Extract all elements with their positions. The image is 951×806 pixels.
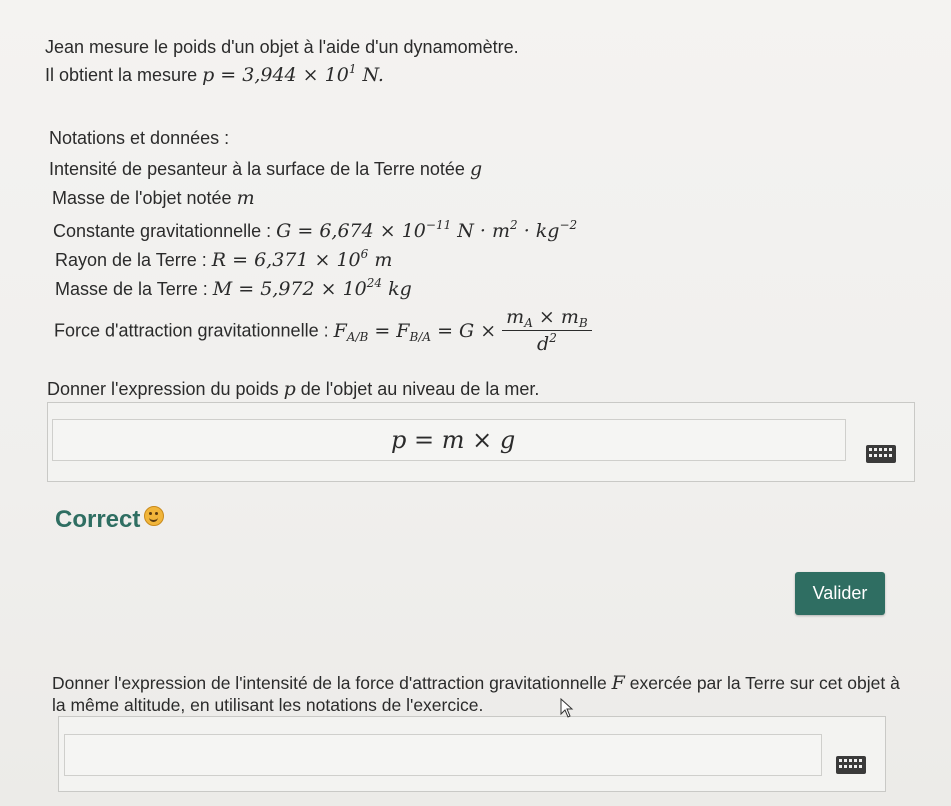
- mouse-cursor-icon: [560, 698, 574, 718]
- intro-line-2-text: Il obtient la mesure: [45, 65, 203, 85]
- keyboard-icon[interactable]: [836, 756, 866, 774]
- question-2-prompt-line-1: Donner l'expression de l'intensité de la…: [52, 672, 900, 694]
- intro-line-2: Il obtient la mesure p = 3,944 × 101 N.: [45, 62, 384, 86]
- keyboard-icon[interactable]: [866, 445, 896, 463]
- notation-gravity: Intensité de pesanteur à la surface de l…: [49, 158, 483, 180]
- question-1-prompt: Donner l'expression du poids p de l'obje…: [47, 378, 540, 400]
- notation-mass: Masse de l'objet notée m: [52, 187, 255, 209]
- submit-button[interactable]: Valider: [795, 572, 885, 615]
- intro-line-1-text: Jean mesure le poids d'un objet à l'aide…: [45, 37, 519, 57]
- feedback-correct: Correct: [55, 506, 165, 534]
- notations-heading: Notations et données :: [49, 128, 230, 148]
- notation-gravitational-constant: Constante gravitationnelle : G = 6,674 ×…: [53, 218, 578, 242]
- question-2-answer-input[interactable]: [64, 734, 822, 776]
- notation-earth-mass: Masse de la Terre : M = 5,972 × 1024 kg: [55, 276, 412, 300]
- notation-gravitational-force: Force d'attraction gravitationnelle : FA…: [54, 306, 592, 355]
- question-1-answer-input[interactable]: p = m × g: [52, 419, 846, 461]
- question-2-prompt-line-2: la même altitude, en utilisant les notat…: [52, 695, 484, 715]
- exercise-page: Jean mesure le poids d'un objet à l'aide…: [0, 0, 951, 806]
- force-fraction: mA × mB d2: [502, 306, 592, 355]
- intro-line-1: Jean mesure le poids d'un objet à l'aide…: [45, 36, 519, 58]
- smiley-icon: [144, 506, 165, 526]
- notation-earth-radius: Rayon de la Terre : R = 6,371 × 106 m: [55, 247, 393, 271]
- question-1-answer-value: p = m × g: [391, 426, 516, 454]
- measure-formula: p = 3,944 × 101 N.: [202, 62, 384, 86]
